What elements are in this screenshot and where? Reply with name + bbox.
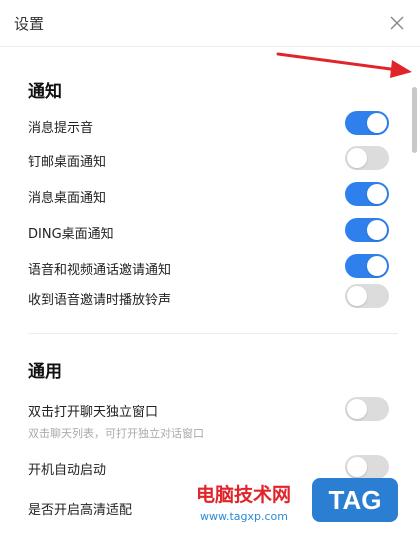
- toggle-knob: [367, 184, 387, 204]
- toggle-dingmail-desktop[interactable]: [345, 146, 389, 170]
- setting-label-dingmail-desktop: 钉邮桌面通知: [28, 155, 107, 170]
- toggle-double-click-window[interactable]: [345, 397, 389, 421]
- close-icon[interactable]: [388, 14, 406, 32]
- toggle-auto-start[interactable]: [345, 455, 389, 479]
- toggle-knob: [347, 286, 367, 306]
- watermark-url: www.tagxp.com: [200, 510, 288, 523]
- setting-label-message-desktop: 消息桌面通知: [28, 191, 107, 206]
- setting-label-ding-desktop: DING桌面通知: [28, 227, 114, 242]
- toggle-message-desktop[interactable]: [345, 182, 389, 206]
- window-title: 设置: [14, 15, 45, 33]
- toggle-knob: [367, 256, 387, 276]
- toggle-call-invite[interactable]: [345, 254, 389, 278]
- setting-label-call-invite: 语音和视频通话邀请通知: [28, 263, 172, 278]
- toggle-ding-desktop[interactable]: [345, 218, 389, 242]
- watermark-text: 电脑技术网: [196, 484, 292, 506]
- toggle-message-sound[interactable]: [345, 111, 389, 135]
- settings-window: 设置 通知 消息提示音 钉邮桌面通知 消息桌面通知 DING桌面通知 语音和视频…: [0, 0, 420, 540]
- section-title-notifications: 通知: [28, 82, 62, 102]
- toggle-knob: [347, 399, 367, 419]
- setting-label-hd-adapt: 是否开启高清适配: [28, 503, 133, 518]
- section-divider: [28, 333, 398, 334]
- setting-description-double-click-window: 双击聊天列表，可打开独立对话窗口: [28, 427, 204, 440]
- scrollbar-thumb[interactable]: [412, 87, 417, 153]
- toggle-ringtone[interactable]: [345, 284, 389, 308]
- setting-label-auto-start: 开机自动启动: [28, 463, 107, 478]
- vertical-scrollbar[interactable]: [408, 47, 420, 540]
- toggle-knob: [347, 148, 367, 168]
- setting-label-double-click-window: 双击打开聊天独立窗口: [28, 405, 159, 420]
- watermark-tag-logo: TAG: [312, 478, 398, 522]
- toggle-knob: [367, 220, 387, 240]
- setting-label-ringtone: 收到语音邀请时播放铃声: [28, 293, 172, 308]
- toggle-knob: [367, 113, 387, 133]
- settings-content: 通知 消息提示音 钉邮桌面通知 消息桌面通知 DING桌面通知 语音和视频通话邀…: [0, 47, 408, 540]
- section-title-general: 通用: [28, 362, 62, 382]
- setting-label-message-sound: 消息提示音: [28, 121, 94, 136]
- title-bar: 设置: [0, 0, 420, 47]
- toggle-knob: [347, 457, 367, 477]
